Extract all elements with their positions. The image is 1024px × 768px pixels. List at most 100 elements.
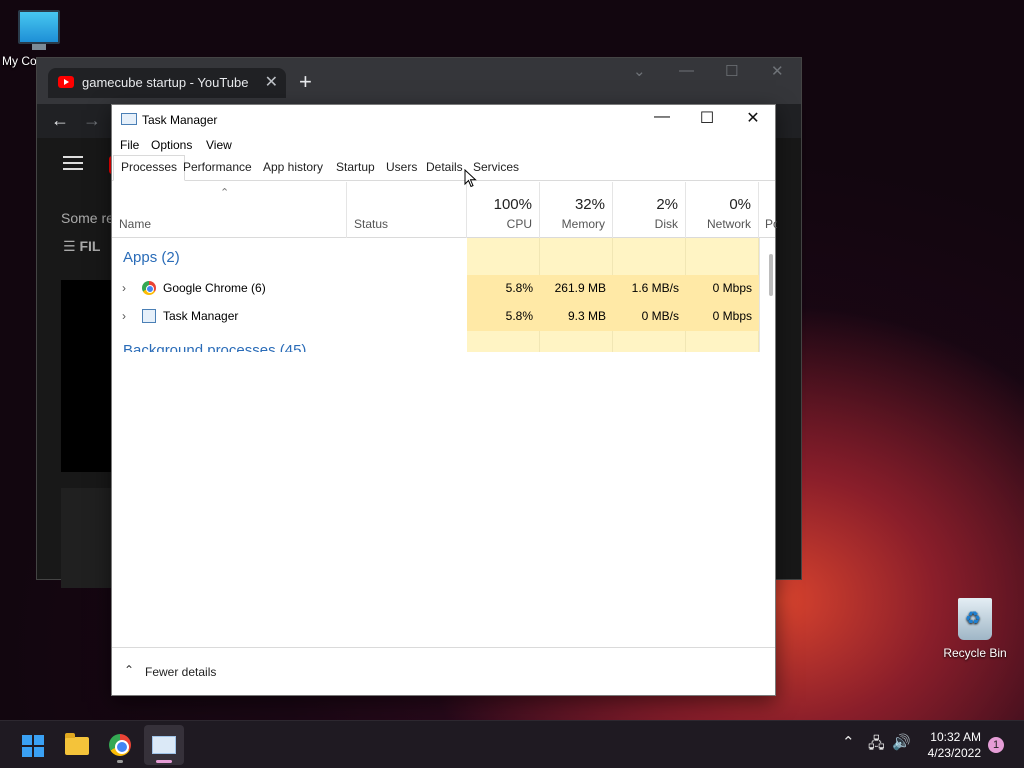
filters-button[interactable]: ☰ FIL (63, 238, 100, 255)
tab-users[interactable]: Users (386, 160, 417, 174)
collapse-icon[interactable]: ⌃ (124, 663, 134, 677)
column-power[interactable]: Po (759, 182, 777, 238)
file-explorer-button[interactable] (56, 725, 96, 765)
menu-bar: File Options View (112, 135, 775, 155)
chrome-taskbar-button[interactable] (100, 725, 140, 765)
taskbar: ⌃ 🖧 🔊 10:32 AM 4/23/2022 1 (0, 720, 1024, 768)
task-manager-taskbar-button[interactable] (144, 725, 184, 765)
forward-button[interactable]: → (83, 110, 101, 131)
table-row[interactable]: › Google Chrome (6) 5.8% 261.9 MB 1.6 MB… (112, 275, 759, 303)
group-header-apps[interactable]: Apps (2) (123, 249, 180, 266)
mouse-cursor-icon (464, 169, 477, 188)
show-hidden-icons-button[interactable]: ⌃ (842, 733, 855, 751)
menu-options[interactable]: Options (151, 138, 192, 152)
fewer-details-button[interactable]: Fewer details (145, 665, 216, 679)
task-manager-icon (142, 309, 156, 323)
chrome-minimize-button[interactable]: — (679, 62, 694, 79)
process-grid: ⌃ Name Status 100% CPU 32% Memory 2% Dis… (112, 182, 777, 352)
maximize-button[interactable]: ☐ (684, 108, 730, 128)
cpu-value: 5.8% (505, 281, 533, 295)
disk-value: 1.6 MB/s (631, 281, 679, 295)
chrome-tab-bar: gamecube startup - YouTube ✕ + ⌄ — ☐ ✕ (37, 58, 801, 104)
network-value: 0 Mbps (712, 281, 752, 295)
cpu-value: 5.8% (505, 309, 533, 323)
process-name: Task Manager (163, 309, 239, 323)
tab-search-button[interactable]: ⌄ (633, 62, 646, 80)
clock-time: 10:32 AM (930, 730, 981, 744)
column-label: Name (119, 217, 152, 231)
clock-date: 4/23/2022 (927, 746, 981, 760)
disk-value: 0 MB/s (641, 309, 679, 323)
column-label: Memory (561, 217, 605, 231)
title-bar[interactable]: Task Manager — ☐ ✕ (112, 105, 775, 135)
desktop-icon-label: Recycle Bin (943, 646, 1007, 660)
menu-icon[interactable] (63, 156, 83, 170)
network-percent: 0% (729, 196, 751, 213)
vertical-scrollbar[interactable] (769, 254, 773, 296)
folder-icon (65, 733, 89, 755)
chrome-icon (142, 281, 156, 295)
new-tab-button[interactable]: + (299, 69, 312, 95)
network-icon[interactable]: 🖧 (868, 733, 885, 758)
tab-performance[interactable]: Performance (183, 160, 252, 174)
tab-startup[interactable]: Startup (336, 160, 375, 174)
close-button[interactable]: ✕ (730, 108, 776, 128)
page-text: Some re (61, 210, 114, 226)
column-status[interactable]: Status (347, 182, 467, 238)
tab-strip: Processes Performance App history Startu… (112, 155, 775, 181)
chrome-tab[interactable]: gamecube startup - YouTube ✕ (48, 68, 286, 98)
desktop-icon-recycle-bin[interactable]: Recycle Bin (940, 598, 1010, 660)
expand-icon[interactable]: › (122, 309, 126, 323)
back-button[interactable]: ← (51, 110, 69, 131)
memory-value: 9.3 MB (567, 309, 606, 323)
expand-icon[interactable]: › (122, 281, 126, 295)
filters-label: FIL (79, 238, 101, 254)
disk-percent: 2% (656, 196, 678, 213)
clock[interactable]: 10:32 AM 4/23/2022 (928, 729, 981, 761)
monitor-icon (18, 10, 60, 44)
start-button[interactable] (12, 725, 52, 765)
task-manager-icon (121, 113, 137, 125)
volume-icon[interactable]: 🔊 (892, 733, 911, 751)
task-manager-icon (152, 736, 176, 754)
tab-close-button[interactable]: ✕ (265, 72, 278, 92)
column-label: Disk (654, 217, 678, 231)
recycle-bin-icon (958, 598, 992, 640)
tab-services[interactable]: Services (473, 160, 519, 174)
column-name[interactable]: ⌃ Name (112, 182, 347, 238)
menu-view[interactable]: View (206, 138, 232, 152)
group-label: Background processes (45) (123, 344, 306, 352)
chrome-maximize-button[interactable]: ☐ (725, 62, 738, 80)
column-label: CPU (506, 217, 532, 231)
column-cpu[interactable]: 100% CPU (467, 182, 540, 238)
tab-title: gamecube startup - YouTube (82, 75, 249, 90)
task-manager-window[interactable]: Task Manager — ☐ ✕ File Options View Pro… (111, 104, 777, 696)
column-memory[interactable]: 32% Memory (540, 182, 613, 238)
footer: ⌃ Fewer details (112, 647, 775, 695)
tab-processes[interactable]: Processes (113, 155, 186, 181)
column-header-row: ⌃ Name Status 100% CPU 32% Memory 2% Dis… (112, 182, 777, 238)
tab-details[interactable]: Details (426, 160, 463, 174)
chrome-icon (109, 734, 131, 756)
process-name: Google Chrome (6) (163, 281, 266, 295)
tab-app-history[interactable]: App history (263, 160, 323, 174)
sort-ascending-icon: ⌃ (220, 187, 230, 199)
column-label: Status (354, 217, 389, 231)
window-title: Task Manager (142, 113, 218, 127)
menu-file[interactable]: File (120, 138, 139, 152)
youtube-icon (58, 76, 74, 88)
column-network[interactable]: 0% Network (686, 182, 759, 238)
cpu-percent: 100% (493, 196, 532, 213)
column-label: Po (765, 217, 777, 231)
windows-icon (22, 735, 44, 757)
notification-badge[interactable]: 1 (988, 737, 1004, 753)
network-value: 0 Mbps (712, 309, 752, 323)
column-disk[interactable]: 2% Disk (613, 182, 686, 238)
group-header-background[interactable]: Background processes (45) (123, 344, 306, 352)
memory-value: 261.9 MB (554, 281, 606, 295)
minimize-button[interactable]: — (639, 108, 685, 126)
memory-percent: 32% (574, 196, 605, 213)
column-label: Network (706, 217, 751, 231)
table-row[interactable]: › Task Manager 5.8% 9.3 MB 0 MB/s 0 Mbps (112, 303, 759, 331)
chrome-close-button[interactable]: ✕ (771, 62, 784, 80)
